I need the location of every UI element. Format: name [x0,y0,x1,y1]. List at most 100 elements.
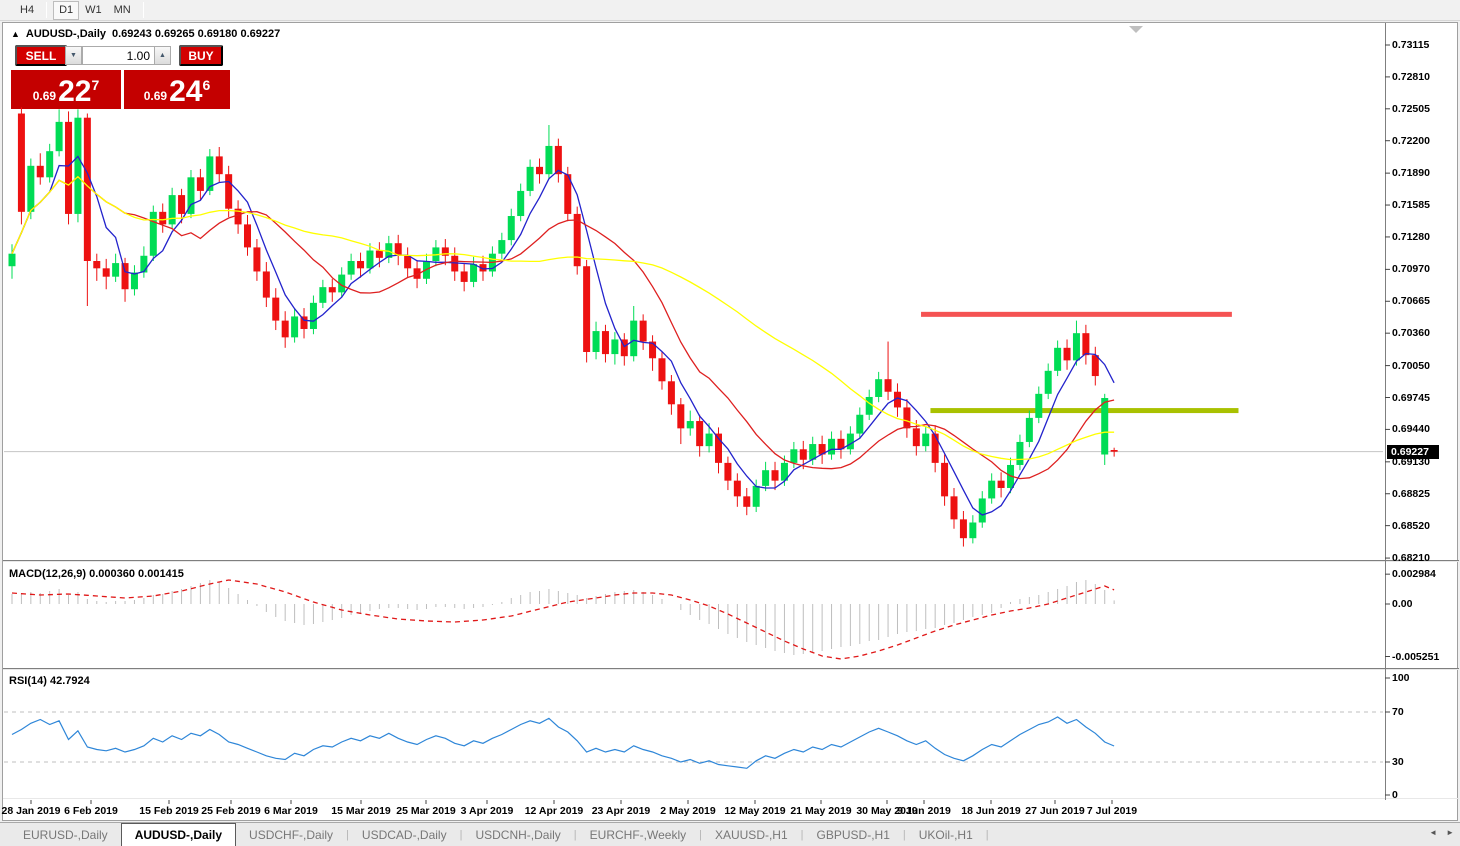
date-axis-label: 27 Jun 2019 [1025,805,1085,817]
timeframe-mn[interactable]: MN [108,1,137,20]
candle-body [328,287,336,293]
price-axis-label: 0.72505 [1392,102,1430,115]
rsi-line [11,716,1115,769]
candle-body [130,272,138,290]
candle-body [724,462,732,481]
tab-xauusd-h1[interactable]: XAUUSD-,H1 [702,824,801,846]
candle-body [978,498,986,523]
candle-body [83,117,91,261]
candle-body [196,177,204,191]
date-axis-label: 12 Apr 2019 [524,805,584,817]
candle-body [959,519,967,539]
candle-body [140,255,148,273]
date-axis-label: 28 Jan 2019 [1,805,61,817]
candle-body [630,320,638,357]
date-axis-label: 25 Feb 2019 [201,805,261,817]
candle-body [1072,333,1080,361]
price-axis-label: 0.68520 [1392,519,1430,532]
tab-usdchf-daily[interactable]: USDCHF-,Daily [236,824,346,846]
candle-body [611,339,619,355]
candle-body [375,250,383,258]
tab-gbpusd-h1[interactable]: GBPUSD-,H1 [804,824,903,846]
candle-body [969,522,977,539]
candle-body [950,496,958,520]
candle-body [1063,347,1071,361]
support-line[interactable] [930,408,1239,414]
candle-body [705,433,713,447]
macd-signal-line [11,579,1115,660]
candle-body [1110,450,1118,452]
tab-eurusd-daily[interactable]: EURUSD-,Daily [10,824,121,846]
tab-audusd-daily[interactable]: AUDUSD-,Daily [120,822,237,846]
candle-body [649,341,657,359]
candle-body [74,117,82,214]
macd-axis-label: -0.005251 [1392,650,1440,663]
candle-body [281,320,289,338]
tab-usdcad-daily[interactable]: USDCAD-,Daily [349,824,460,846]
candle-body [583,266,591,353]
date-axis-label: 15 Feb 2019 [139,805,199,817]
candle-body [159,211,167,225]
tab-ukoil-h1[interactable]: UKOil-,H1 [906,824,986,846]
rsi-axis-label: 100 [1392,672,1410,684]
candle-body [903,407,911,429]
candle-body [17,113,25,212]
rsi-axis-label: 70 [1392,706,1404,718]
tabs-scroll-right-icon[interactable]: ► [1446,828,1454,837]
candle-body [696,421,704,447]
candle-body [244,224,251,248]
candle-body [366,250,374,269]
timeframe-h4[interactable]: H4 [14,1,40,20]
moving-average-line [11,175,1115,480]
tab-usdcnh-daily[interactable]: USDCNH-,Daily [462,824,573,846]
candle-body [168,195,176,225]
timeframe-d1[interactable]: D1 [53,0,80,20]
candle-body [931,433,939,463]
date-axis-label: 12 May 2019 [724,805,786,817]
tab-eurchf-weekly[interactable]: EURCHF-,Weekly [577,824,699,846]
candle-body [65,121,73,214]
candle-body [1054,347,1062,371]
candle-body [291,316,299,338]
price-axis-label: 0.72810 [1392,70,1430,83]
candle-body [1101,398,1109,455]
candle-body [846,433,854,450]
candle-body [545,145,553,175]
price-axis-label: 0.71280 [1392,230,1430,243]
candle-body [470,264,478,282]
rsi-axis-label: 30 [1392,756,1404,768]
moving-average-line [11,175,1115,461]
chart-window[interactable]: ▲ AUDUSD-,Daily 0.69243 0.69265 0.69180 … [1,22,1459,821]
candle-body [357,260,365,269]
toolbar-separator [142,2,144,18]
price-axis-label: 0.68825 [1392,487,1430,500]
price-axis-label: 0.73115 [1392,39,1430,51]
resistance-line[interactable] [921,311,1232,317]
tabs-scroll-left-icon[interactable]: ◄ [1429,828,1437,837]
candle-body [112,263,120,277]
candle-body [262,271,270,298]
candle-body [404,255,412,269]
price-axis-label: 0.70970 [1392,263,1430,276]
date-axis-label: 6 Feb 2019 [64,805,118,817]
candle-body [526,166,534,191]
candle-body [102,268,110,277]
moving-average-line [11,155,1115,516]
candle-body [771,470,779,481]
price-axis-label: 0.69745 [1392,391,1430,404]
date-axis-label: 3 Apr 2019 [460,805,514,817]
chart-canvas[interactable] [3,23,1459,820]
candle-body [309,302,317,329]
date-axis-label: 2 May 2019 [660,805,716,817]
candle-body [27,165,35,212]
candle-body [36,165,44,178]
candle-body [790,449,798,463]
timeframe-w1[interactable]: W1 [79,1,108,20]
candle-body [865,396,873,415]
candle-body [941,462,949,497]
candle-body [912,428,920,447]
price-axis-label: 0.72200 [1392,134,1430,147]
candle-body [498,240,506,254]
candle-body [733,480,741,497]
chart-tab-bar: EURUSD-,Daily AUDUSD-,Daily USDCHF-,Daily |… [0,822,1460,846]
